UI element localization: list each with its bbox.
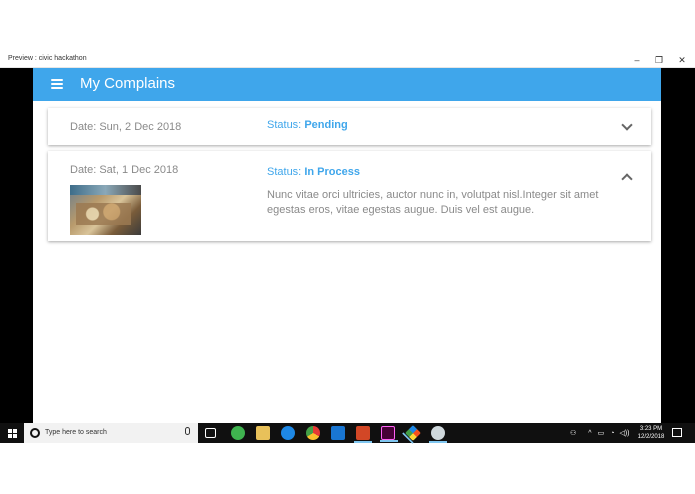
complaint-date: Date: Sun, 2 Dec 2018 <box>70 121 182 133</box>
letterbox-left <box>0 68 33 423</box>
clock-time: 3:23 PM <box>639 426 663 432</box>
chevron-up-icon[interactable] <box>621 173 633 185</box>
screen: Preview : civic hackathon – ❐ ✕ My Compl… <box>0 0 695 494</box>
status-label: Status: <box>267 119 302 131</box>
complaint-description: Nunc vitae orci ultricies, auctor nunc i… <box>267 189 599 216</box>
chevron-up-icon[interactable]: ^ <box>588 430 591 437</box>
search-placeholder: Type here to search <box>45 429 107 436</box>
status-label: Status: <box>267 166 302 178</box>
complaint-date: Date: Sat, 1 Dec 2018 <box>70 164 179 176</box>
taskbar: Type here to search ⚇ ^ ▭ ◔ ◁)) 3:23 PM … <box>0 423 695 443</box>
microphone-icon[interactable] <box>185 427 190 435</box>
system-tray: ⚇ ^ ▭ ◔ ◁)) <box>570 423 629 443</box>
page-title: My Complains <box>80 75 176 92</box>
complaint-card[interactable]: Date: Sun, 2 Dec 2018 Status: Pending <box>48 108 651 145</box>
volume-icon[interactable]: ◁)) <box>619 429 629 437</box>
task-view-icon[interactable] <box>205 428 216 438</box>
restore-button[interactable]: ❐ <box>648 52 670 68</box>
cortana-icon <box>30 428 40 438</box>
hamburger-icon[interactable] <box>51 79 63 89</box>
app-bar: My Complains <box>33 68 661 101</box>
complaint-status: Status: Pending <box>267 119 348 131</box>
edge-icon[interactable] <box>281 426 295 440</box>
notification-icon[interactable] <box>672 428 682 437</box>
complaint-card[interactable]: Date: Sat, 1 Dec 2018 Status: In Process… <box>48 151 651 241</box>
start-button[interactable] <box>0 423 24 443</box>
complaint-status: Status: In Process <box>267 166 360 178</box>
status-value: Pending <box>304 119 348 131</box>
wifi-icon[interactable]: ◔ <box>610 430 614 437</box>
app-misc-icon[interactable] <box>429 426 447 443</box>
taskbar-clock[interactable]: 3:23 PM 12/2/2018 <box>636 425 666 441</box>
powerpoint-icon[interactable] <box>354 426 372 443</box>
letterbox-right <box>661 68 695 423</box>
clock-date: 12/2/2018 <box>637 434 665 440</box>
status-value: In Process <box>304 166 360 178</box>
app-green-icon[interactable] <box>231 426 245 440</box>
adobe-xd-icon[interactable] <box>380 426 398 442</box>
chrome-icon[interactable] <box>306 426 320 440</box>
windows-icon <box>7 428 17 438</box>
close-button[interactable]: ✕ <box>671 52 693 68</box>
chevron-down-icon[interactable] <box>621 119 633 131</box>
taskbar-search[interactable]: Type here to search <box>24 423 198 443</box>
minimize-button[interactable]: – <box>626 52 648 68</box>
vscode-icon[interactable] <box>331 426 345 440</box>
file-explorer-icon[interactable] <box>256 426 270 440</box>
people-icon[interactable]: ⚇ <box>570 429 576 437</box>
window-title: Preview : civic hackathon <box>8 55 87 62</box>
battery-icon[interactable]: ▭ <box>598 429 605 437</box>
window-titlebar: Preview : civic hackathon – ❐ ✕ <box>0 52 695 68</box>
complaint-photo <box>70 185 141 235</box>
app-content: My Complains Date: Sun, 2 Dec 2018 Statu… <box>33 68 661 423</box>
git-icon[interactable] <box>405 425 421 441</box>
